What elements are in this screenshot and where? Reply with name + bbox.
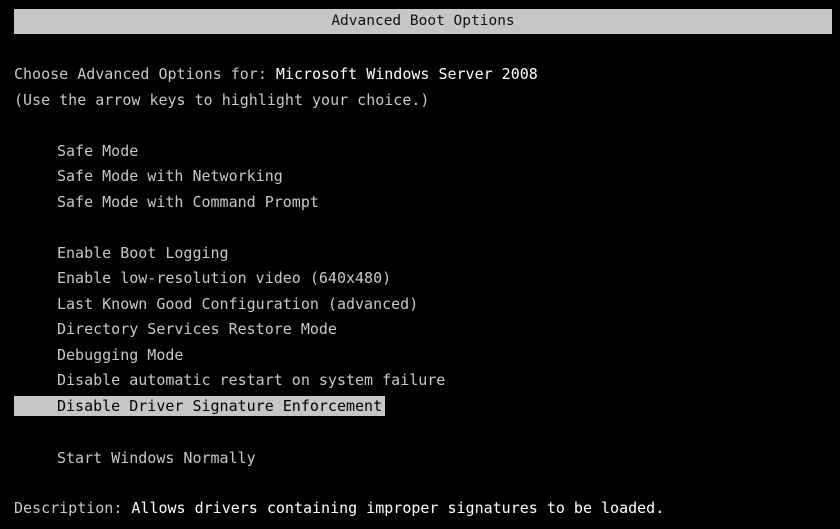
header-line: Choose Advanced Options for: Microsoft W… — [14, 64, 538, 84]
boot-screen: Advanced Boot Options Choose Advanced Op… — [0, 0, 840, 529]
option-disable-auto-restart[interactable]: Disable automatic restart on system fail… — [57, 370, 445, 390]
option-enable-boot-logging[interactable]: Enable Boot Logging — [57, 243, 229, 263]
title-bar: Advanced Boot Options — [14, 9, 832, 34]
option-last-known-good[interactable]: Last Known Good Configuration (advanced) — [57, 294, 418, 314]
option-debugging-mode[interactable]: Debugging Mode — [57, 345, 183, 365]
option-safe-mode-networking[interactable]: Safe Mode with Networking — [57, 166, 283, 186]
option-directory-services-restore[interactable]: Directory Services Restore Mode — [57, 319, 337, 339]
option-low-resolution-video[interactable]: Enable low-resolution video (640x480) — [57, 268, 391, 288]
description-line: Description: Allows drivers containing i… — [14, 498, 664, 518]
os-name: Microsoft Windows Server 2008 — [275, 65, 538, 83]
description-label: Description: — [14, 499, 132, 517]
option-disable-driver-signature[interactable]: Disable Driver Signature Enforcement — [14, 396, 386, 416]
description-text: Allows drivers containing improper signa… — [131, 499, 665, 517]
option-start-windows-normally[interactable]: Start Windows Normally — [57, 448, 256, 468]
option-safe-mode-command-prompt[interactable]: Safe Mode with Command Prompt — [57, 192, 319, 212]
header-prefix: Choose Advanced Options for: — [14, 65, 276, 83]
option-safe-mode[interactable]: Safe Mode — [57, 141, 138, 161]
screen-title: Advanced Boot Options — [331, 13, 515, 29]
instruction-text: (Use the arrow keys to highlight your ch… — [14, 91, 430, 109]
